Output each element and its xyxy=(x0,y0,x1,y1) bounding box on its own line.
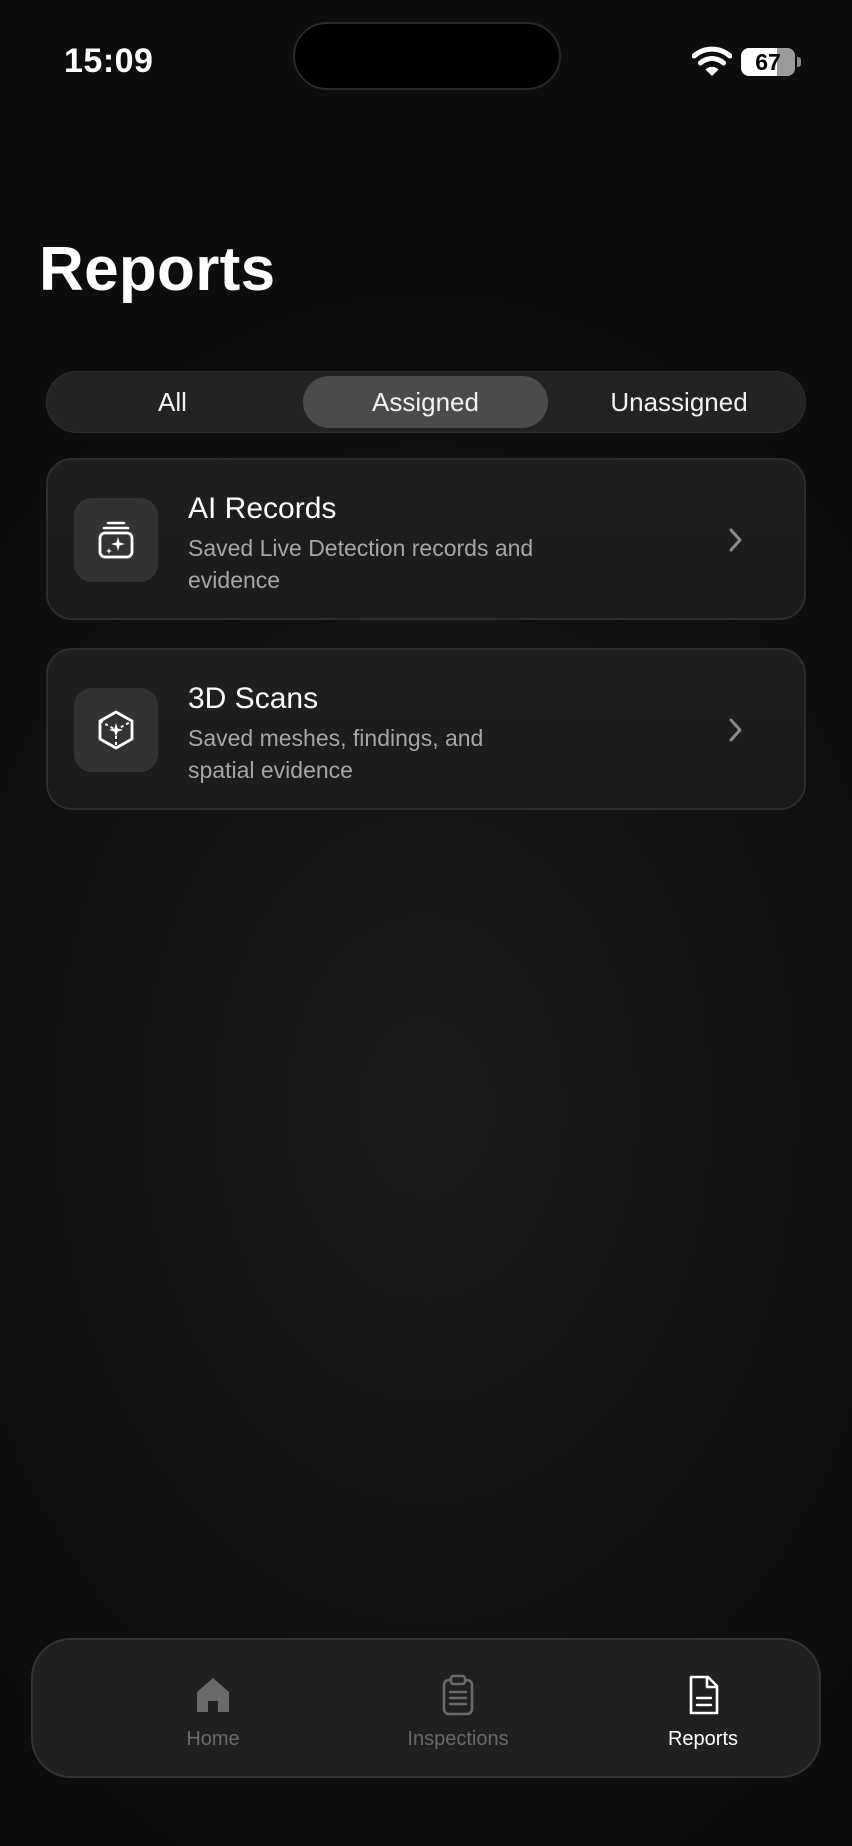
segment-assigned[interactable]: Assigned xyxy=(303,376,548,428)
clipboard-icon xyxy=(442,1674,474,1716)
battery-icon: 67 xyxy=(741,48,795,76)
sparkle-stack-icon xyxy=(98,521,134,559)
document-icon xyxy=(689,1675,719,1715)
ai-records-card[interactable]: AI Records Saved Live Detection records … xyxy=(46,458,806,620)
reports-screen: 15:09 67 Reports All Assigned Unassigned… xyxy=(0,0,852,1846)
tab-label: Home xyxy=(186,1728,240,1750)
segmented-control: All Assigned Unassigned xyxy=(46,371,806,433)
card-title: AI Records xyxy=(188,492,337,525)
tab-label: Inspections xyxy=(407,1728,509,1750)
battery-nub xyxy=(797,57,801,67)
dynamic-island xyxy=(293,22,561,90)
3d-scans-card[interactable]: 3D Scans Saved meshes, findings, and spa… xyxy=(46,648,806,810)
cube-icon xyxy=(98,710,134,750)
page-title: Reports xyxy=(39,235,276,304)
card-title: 3D Scans xyxy=(188,682,319,715)
card-description: Saved Live Detection records and evidenc… xyxy=(188,535,534,593)
ai-records-icon-box xyxy=(74,498,158,582)
tab-bar: Home Inspections Reports xyxy=(31,1638,821,1778)
wifi-icon xyxy=(692,46,732,76)
chevron-right-icon xyxy=(729,718,742,742)
tab-reports[interactable]: Reports xyxy=(603,1640,803,1776)
tab-home[interactable]: Home xyxy=(113,1640,313,1776)
3d-scans-icon-box xyxy=(74,688,158,772)
segment-all[interactable]: All xyxy=(50,376,295,428)
segment-unassigned[interactable]: Unassigned xyxy=(556,376,802,428)
card-description: Saved meshes, findings, and spatial evid… xyxy=(188,725,484,783)
house-icon xyxy=(197,1678,229,1712)
status-time: 15:09 xyxy=(64,42,154,80)
tab-label: Reports xyxy=(667,1728,739,1750)
tab-inspections[interactable]: Inspections xyxy=(358,1640,558,1776)
chevron-right-icon xyxy=(729,528,742,552)
battery-percent: 67 xyxy=(755,49,781,75)
